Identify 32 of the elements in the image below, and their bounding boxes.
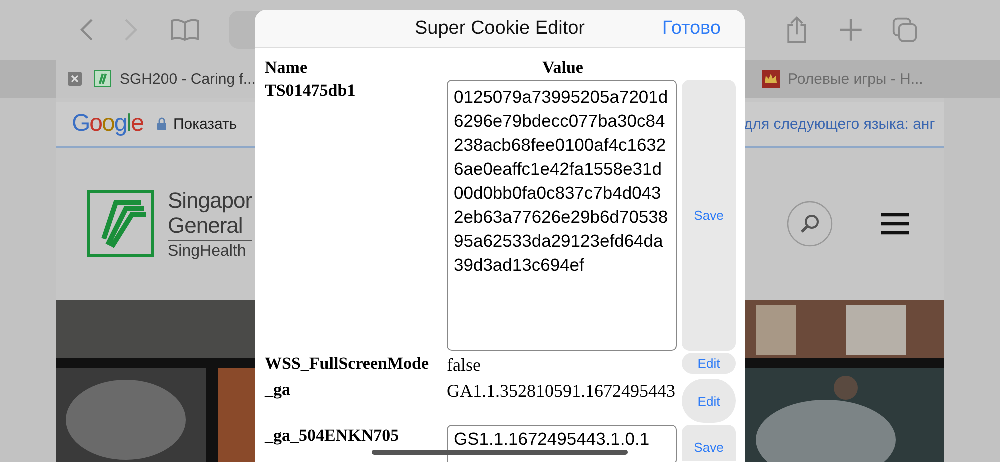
plus-icon[interactable] (838, 16, 864, 44)
column-header: Name (265, 58, 308, 78)
lock-icon (157, 117, 168, 131)
cookie-value: false (447, 354, 482, 377)
back-icon[interactable] (80, 18, 94, 42)
dialog-title: Super Cookie Editor (414, 18, 586, 40)
hospital-favicon-icon (94, 70, 112, 88)
save-button[interactable]: Save (682, 425, 736, 461)
google-logo: Google (72, 110, 144, 138)
close-icon[interactable] (68, 72, 82, 86)
cookie-value: GA1.1.352810591.1672495443 (447, 380, 676, 403)
edit-button[interactable]: Edit (682, 379, 736, 423)
cookie-name: WSS_FullScreenMode (265, 353, 430, 375)
logo-text: General (168, 212, 243, 238)
logo-text: SingHealth (168, 240, 252, 260)
language-link[interactable]: для следующего языка: анг (744, 116, 944, 132)
search-icon[interactable] (786, 200, 834, 248)
column-header: Value (542, 58, 584, 78)
done-button[interactable]: Готово (662, 18, 721, 40)
crown-icon (762, 70, 780, 88)
value-field[interactable]: 0125079a73995205a7201d6296e79bdecc077ba30c84238acb68fee0100af4c16326ae0eaffc1e42fa1558e31d00d0bb0fa0c837c7b4d0432eb63a77626e29b6d7053895a62533da29123efd64da39d3ad13c694ef (447, 80, 677, 351)
cookie-name: TS01475db1 (265, 80, 357, 102)
edit-button[interactable]: Edit (682, 353, 736, 374)
save-button[interactable]: Save (682, 80, 736, 351)
show-link[interactable]: Показать (173, 116, 238, 132)
cookie-name: _ga_504ENKN705 (265, 425, 400, 447)
menu-icon[interactable] (880, 213, 910, 235)
tabs-icon[interactable] (892, 16, 918, 44)
book-icon[interactable] (170, 18, 200, 42)
cookie-name: _ga (265, 379, 292, 401)
logo-text: Singapor (168, 188, 252, 212)
hospital-logo-icon (86, 189, 156, 259)
